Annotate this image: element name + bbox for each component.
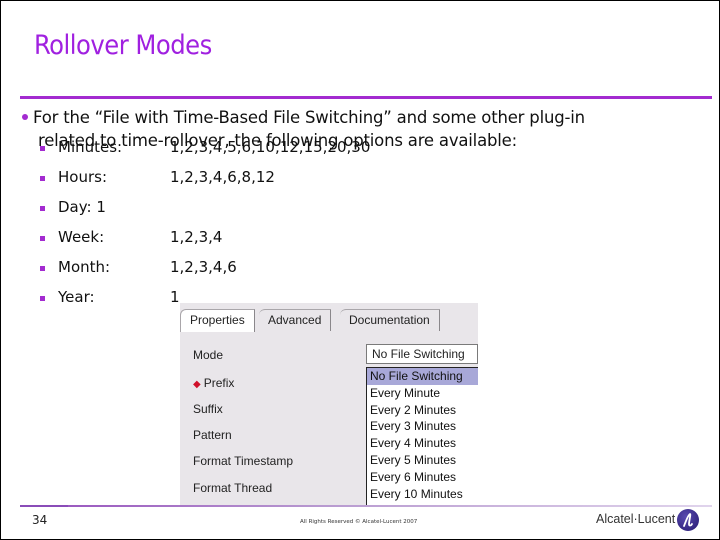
tab-properties[interactable]: Properties: [180, 309, 255, 332]
dropdown-option[interactable]: Every 5 Minutes: [367, 452, 478, 469]
field-label-suffix: Suffix: [193, 402, 223, 416]
square-bullet-icon: [40, 236, 45, 241]
option-label: Hours:: [58, 168, 107, 186]
prefix-label-text: Prefix: [203, 376, 235, 390]
field-label-mode: Mode: [193, 348, 224, 362]
dropdown-option[interactable]: Every 10 Minutes: [367, 486, 478, 503]
dropdown-option[interactable]: Every 2 Minutes: [367, 402, 478, 419]
option-values: 1,2,3,4,6: [170, 258, 237, 276]
field-label-format-timestamp: Format Timestamp: [193, 454, 294, 468]
dropdown-option[interactable]: Every 4 Minutes: [367, 435, 478, 452]
square-bullet-icon: [40, 206, 45, 211]
page-number: 34: [32, 513, 48, 527]
square-bullet-icon: [40, 176, 45, 181]
square-bullet-icon: [40, 296, 45, 301]
option-label: Day: 1: [58, 198, 106, 216]
field-label-format-thread: Format Thread: [193, 481, 273, 495]
alcatel-lucent-logo-icon: [677, 509, 699, 531]
square-bullet-icon: [40, 266, 45, 271]
option-label: Month:: [58, 258, 111, 276]
field-label-pattern: Pattern: [193, 428, 232, 442]
tab-advanced[interactable]: Advanced: [259, 309, 332, 331]
option-values: 1,2,3,4: [170, 228, 223, 246]
square-bullet-icon: [40, 146, 45, 151]
dropdown-option[interactable]: Every 3 Minutes: [367, 418, 478, 435]
slide-title: Rollover Modes: [34, 30, 212, 61]
tab-bar: Properties Advanced Documentation: [180, 309, 478, 332]
logo-swoosh-icon: [683, 513, 693, 527]
option-values: 1,2,3,4,6,8,12: [170, 168, 275, 186]
mode-select[interactable]: No File Switching: [366, 344, 478, 364]
option-label: Year:: [58, 288, 95, 306]
footer-divider: [68, 505, 712, 507]
brand-name: Alcatel·Lucent: [596, 512, 676, 526]
option-label: Minutes:: [58, 138, 123, 156]
tab-documentation[interactable]: Documentation: [340, 309, 440, 331]
copyright-text: All Rights Reserved © Alcatel-Lucent 200…: [300, 519, 418, 525]
mode-dropdown-list: No File Switching Every Minute Every 2 M…: [366, 367, 478, 506]
bullet-icon: [22, 113, 28, 120]
required-diamond-icon: ◆: [193, 379, 201, 390]
intro-line-1: For the “File with Time-Based File Switc…: [33, 108, 585, 127]
option-values: 1: [170, 288, 180, 306]
properties-panel: Properties Advanced Documentation Mode ◆…: [180, 303, 478, 506]
option-label: Week:: [58, 228, 105, 246]
dropdown-option[interactable]: Every Minute: [367, 385, 478, 402]
dropdown-option[interactable]: Every 6 Minutes: [367, 469, 478, 486]
field-label-prefix: ◆ Prefix: [193, 376, 234, 390]
option-values: 1,2,3,4,5,6,10,12,15,20,30: [170, 138, 371, 156]
dropdown-option[interactable]: No File Switching: [367, 368, 478, 385]
title-divider: [20, 96, 712, 99]
